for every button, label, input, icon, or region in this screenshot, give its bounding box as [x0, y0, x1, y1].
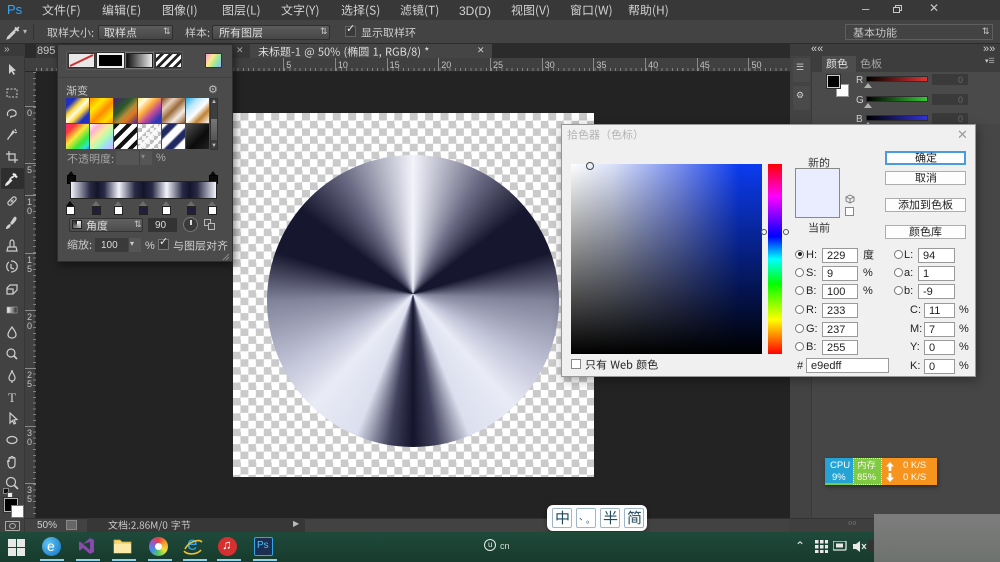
svg-text:T: T [8, 390, 16, 404]
